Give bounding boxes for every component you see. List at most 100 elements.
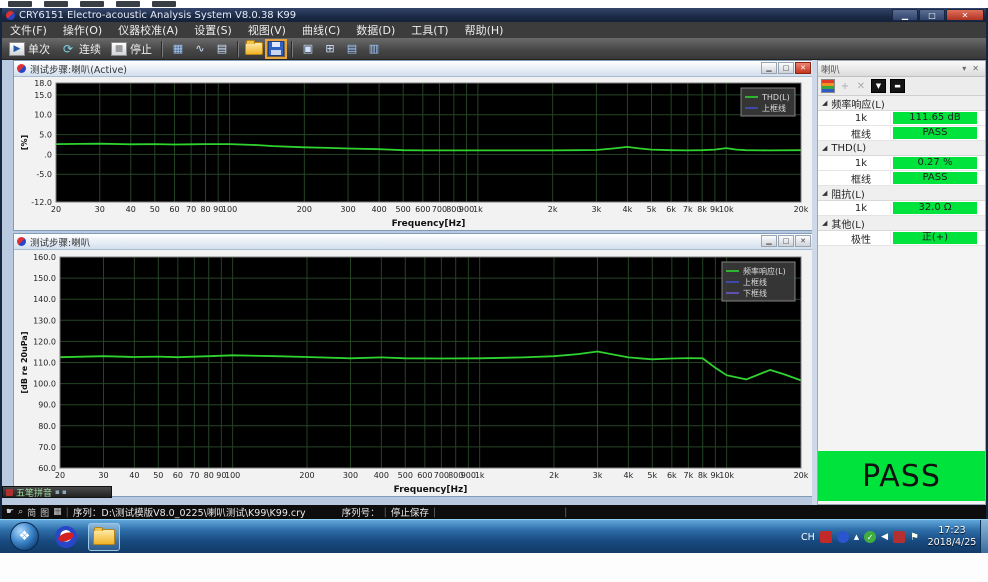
menu-calibrate[interactable]: 仪器校准(A) [110,22,186,38]
menu-operate[interactable]: 操作(O) [55,22,110,38]
save-icon[interactable] [267,41,285,57]
minimize-button[interactable]: ▁ [761,62,777,74]
serial-label: 序列： [73,505,102,519]
taskbar-app-cry6151[interactable] [50,523,82,551]
settings-grid-icon[interactable]: ▦ [169,41,187,57]
menu-view[interactable]: 视图(V) [240,22,294,38]
chart-window-fr-titlebar[interactable]: 测试步骤:喇叭 ▁ □ ✕ [14,234,813,250]
section-frequency-response[interactable]: ◢ 频率响应(L) [818,96,985,111]
add-chart-icon[interactable]: ⊞ [321,41,339,57]
svg-text:140.0: 140.0 [33,295,56,304]
menu-tools[interactable]: 工具(T) [403,22,456,38]
add-icon[interactable]: + [839,81,851,92]
collapse-all-icon[interactable]: ▬ [890,79,905,93]
svg-text:5k: 5k [647,205,657,214]
maximize-button[interactable]: □ [778,62,794,74]
tree-triangle-icon: ◢ [822,144,827,152]
taskbar-app-explorer[interactable] [88,523,120,551]
close-button[interactable]: ✕ [946,9,984,21]
svg-text:1k: 1k [475,471,485,480]
action-center-flag-icon[interactable]: ⚑ [910,532,919,543]
frequency-response-chart: 160.0150.0140.0130.0120.0110.0100.090.08… [16,251,811,496]
title-bar[interactable]: CRY6151 Electro-acoustic Analysis System… [2,8,986,22]
svg-text:300: 300 [340,205,355,214]
results-panel-header[interactable]: 喇叭 ▾ ✕ [818,61,985,77]
taskbar: ❖ CH ▲ ✓ ◀ ⚑ 17:23 2018/4/25 [0,519,988,553]
ime-search-icon[interactable]: ⌕ [18,507,23,517]
result-value: 0.27 % [893,157,977,169]
close-button[interactable]: ✕ [795,235,811,247]
show-hidden-icons[interactable]: ▲ [854,533,859,541]
add-window-icon[interactable]: ▣ [299,41,317,57]
start-button[interactable]: ❖ [10,522,39,551]
document-icon [17,64,26,73]
svg-text:10k: 10k [719,205,734,214]
menu-file[interactable]: 文件(F) [2,22,55,38]
svg-text:[dB re 20uPa]: [dB re 20uPa] [20,332,29,394]
toolbar-separator [161,41,163,57]
toolbar-separator [237,41,239,57]
section-impedance[interactable]: ◢ 阻抗(L) [818,186,985,201]
menu-settings[interactable]: 设置(S) [186,22,240,38]
ime-keyboard-icon[interactable]: ▦ [53,507,62,517]
ime-simplified-icon[interactable]: 简 [27,506,36,519]
play-icon: ▶ [9,42,25,56]
svg-text:40: 40 [129,471,139,480]
chart-window-thd[interactable]: 测试步骤:喇叭(Active) ▁ □ ✕ 18.015.010.05.0.0-… [13,60,814,231]
svg-text:200: 200 [297,205,312,214]
minimize-button[interactable]: ▁ [892,9,918,21]
result-row: 1k 32.0 Ω [818,201,985,216]
section-other[interactable]: ◢ 其他(L) [818,216,985,231]
ime-toolbar[interactable]: 五笔拼音 ▪ ▪ [2,486,112,498]
close-button[interactable]: ✕ [795,62,811,74]
tree-triangle-icon: ◢ [822,189,827,197]
run-single-button[interactable]: ▶ 单次 [6,40,53,58]
stop-button[interactable]: ■ 停止 [108,40,155,58]
maximize-button[interactable]: □ [778,235,794,247]
chart-window-thd-titlebar[interactable]: 测试步骤:喇叭(Active) ▁ □ ✕ [14,61,813,77]
svg-text:80.0: 80.0 [38,422,56,431]
layout-columns-icon[interactable]: ▥ [365,41,383,57]
result-row: 极性 正(+) [818,231,985,246]
show-desktop-button[interactable] [980,520,988,554]
svg-text:160.0: 160.0 [33,253,56,262]
maximize-button[interactable]: □ [919,9,945,21]
remove-icon[interactable]: ✕ [855,81,867,92]
menu-bar: 文件(F) 操作(O) 仪器校准(A) 设置(S) 视图(V) 曲线(C) 数据… [2,22,986,38]
thd-chart: 18.015.010.05.0.0-5.0-12.020304050607080… [16,78,811,230]
export-report-icon[interactable]: ▤ [213,41,231,57]
pin-icon[interactable]: ▾ [959,64,969,73]
app-tray-icon[interactable] [837,531,849,543]
language-indicator[interactable]: CH [801,532,815,543]
close-icon[interactable]: ✕ [969,64,982,73]
svg-text:30: 30 [95,205,105,214]
layout-rows-icon[interactable]: ▤ [343,41,361,57]
ime-tray-icon[interactable] [820,531,832,543]
section-thd[interactable]: ◢ THD(L) [818,141,985,156]
clock[interactable]: 17:23 2018/4/25 [924,525,980,549]
svg-text:100.0: 100.0 [33,380,56,389]
menu-help[interactable]: 帮助(H) [457,22,512,38]
background-window-fragment [0,0,988,8]
menu-data[interactable]: 数据(D) [348,22,403,38]
results-list-icon[interactable] [821,79,835,93]
svg-text:15.0: 15.0 [34,91,52,100]
minimize-button[interactable]: ▁ [761,235,777,247]
chart-window-fr[interactable]: 测试步骤:喇叭 ▁ □ ✕ 160.0150.0140.0130.0120.01… [13,233,814,497]
folder-icon [93,529,115,545]
expand-all-icon[interactable]: ▼ [871,79,886,93]
ime-hand-icon[interactable]: ☛ [6,507,14,517]
run-continuous-button[interactable]: ⟳ 连续 [57,40,104,58]
curve-config-icon[interactable]: ∿ [191,41,209,57]
svg-text:20: 20 [51,205,61,214]
menu-curve[interactable]: 曲线(C) [294,22,348,38]
volume-icon[interactable]: ◀ [881,532,888,542]
tree-triangle-icon: ◢ [822,99,827,107]
security-shield-icon[interactable]: ✓ [864,531,876,543]
results-toolbar: + ✕ ▼ ▬ [818,77,985,96]
svg-text:40: 40 [126,205,136,214]
ime-symbol-icon[interactable]: 图 [40,506,49,519]
sync-tray-icon[interactable] [893,531,905,543]
stop-icon: ■ [111,42,127,56]
open-folder-icon[interactable] [245,41,263,57]
